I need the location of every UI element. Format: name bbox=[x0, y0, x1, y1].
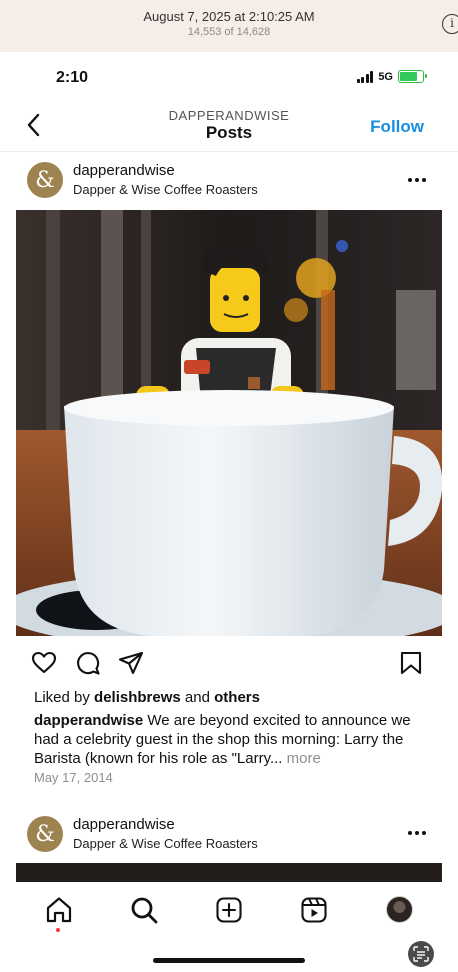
info-icon[interactable]: i bbox=[442, 14, 458, 34]
likes-others[interactable]: others bbox=[214, 689, 260, 706]
lego-barista-photo-icon bbox=[16, 210, 442, 636]
create-icon[interactable] bbox=[214, 895, 244, 925]
more-options-icon[interactable] bbox=[408, 178, 426, 182]
post-username[interactable]: dapperandwise bbox=[73, 162, 175, 179]
scan-text-icon[interactable] bbox=[408, 941, 434, 967]
notification-dot bbox=[56, 928, 60, 932]
avatar[interactable]: & bbox=[27, 816, 63, 852]
photo-count: 14,553 of 14,628 bbox=[187, 26, 271, 38]
battery-icon bbox=[398, 70, 427, 83]
home-icon[interactable] bbox=[44, 895, 74, 925]
home-indicator[interactable] bbox=[153, 958, 305, 963]
status-time: 2:10 bbox=[56, 69, 89, 86]
search-icon[interactable] bbox=[129, 895, 159, 925]
share-icon[interactable] bbox=[118, 650, 144, 676]
post-image[interactable] bbox=[16, 210, 442, 636]
avatar[interactable]: & bbox=[27, 162, 63, 198]
status-icons: 5G bbox=[356, 70, 427, 83]
more-options-icon[interactable] bbox=[408, 831, 426, 835]
post-caption: dapperandwise We are beyond excited to a… bbox=[34, 711, 414, 768]
caption-username[interactable]: dapperandwise bbox=[34, 712, 143, 729]
likes-prefix: Liked by bbox=[34, 689, 90, 706]
likes-line[interactable]: Liked by delishbrews and others bbox=[34, 689, 260, 706]
likes-user[interactable]: delishbrews bbox=[94, 689, 181, 706]
caption-more-link[interactable]: more bbox=[287, 750, 321, 767]
post-date: May 17, 2014 bbox=[34, 770, 113, 785]
photo-viewer-bar: August 7, 2025 at 2:10:25 AM 14,553 of 1… bbox=[0, 0, 458, 52]
comment-icon[interactable] bbox=[75, 650, 101, 676]
phone-screen: 2:10 5G DAPPERANDWISE Posts Follow & dap… bbox=[0, 52, 458, 972]
heart-icon[interactable] bbox=[31, 650, 57, 676]
post-location[interactable]: Dapper & Wise Coffee Roasters bbox=[73, 182, 258, 197]
post-location[interactable]: Dapper & Wise Coffee Roasters bbox=[73, 836, 258, 851]
bottom-tab-bar bbox=[0, 882, 458, 972]
post-actions bbox=[0, 650, 458, 678]
bookmark-icon[interactable] bbox=[398, 650, 424, 676]
signal-icon bbox=[356, 70, 374, 83]
network-label: 5G bbox=[378, 70, 393, 83]
posts-header: DAPPERANDWISE Posts Follow bbox=[0, 100, 458, 152]
profile-icon[interactable] bbox=[386, 896, 413, 923]
photo-date: August 7, 2025 at 2:10:25 AM bbox=[143, 9, 315, 24]
post-username[interactable]: dapperandwise bbox=[73, 816, 175, 833]
likes-and: and bbox=[184, 689, 210, 706]
reels-icon[interactable] bbox=[299, 895, 329, 925]
follow-button[interactable]: Follow bbox=[370, 117, 424, 137]
